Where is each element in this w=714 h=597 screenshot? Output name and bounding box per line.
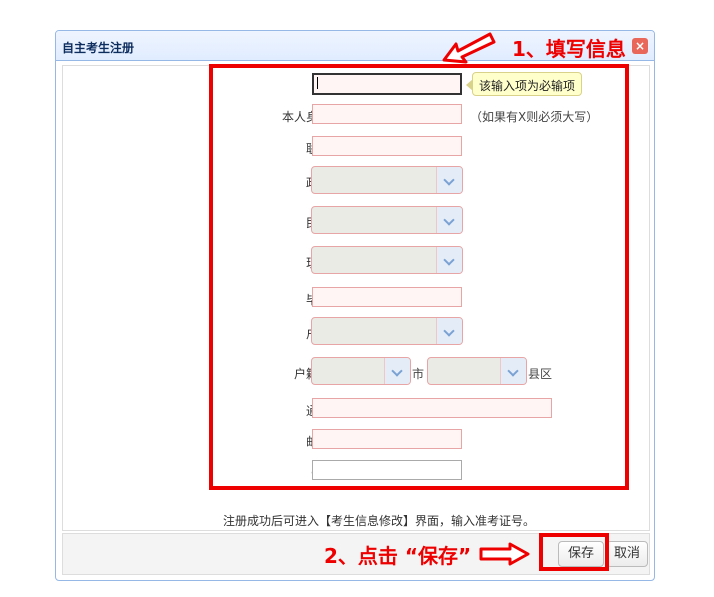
- dialog-title: 自主考生注册: [62, 41, 135, 55]
- close-icon[interactable]: ×: [632, 38, 648, 54]
- save-highlight-box: [539, 533, 609, 571]
- arrow-step2-icon: [479, 542, 530, 566]
- step1-annotation: 1、填写信息: [512, 37, 626, 61]
- step2-annotation: 2、点击 “保存”: [324, 544, 472, 568]
- form-highlight-box: [209, 64, 629, 490]
- cancel-button[interactable]: 取消: [606, 541, 648, 567]
- registration-note: 注册成功后可进入【考生信息修改】界面，输入准考证号。: [223, 514, 536, 528]
- arrow-step1-icon: [442, 32, 496, 64]
